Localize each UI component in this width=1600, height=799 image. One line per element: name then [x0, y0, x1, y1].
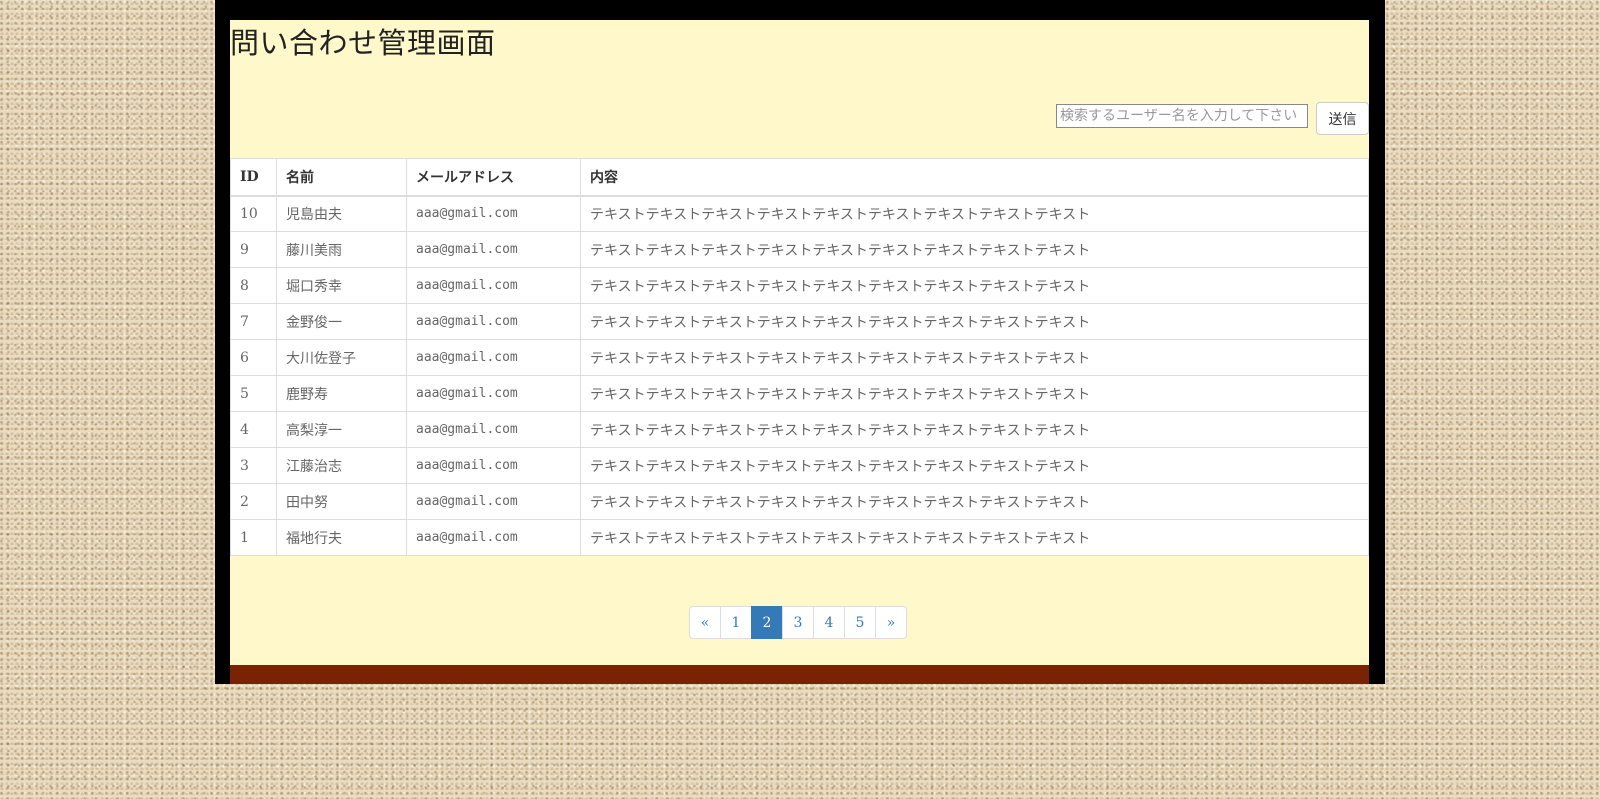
pagination-page-4[interactable]: 4 [813, 606, 845, 639]
header-content: 内容 [580, 158, 1369, 197]
header-id: ID [230, 158, 277, 197]
table-row: 3 江藤治志 aaa@gmail.com テキストテキストテキストテキストテキストテキ… [230, 447, 1369, 484]
pagination-page-3[interactable]: 3 [782, 606, 814, 639]
table-row: 1 福地行夫 aaa@gmail.com テキストテキストテキストテキストテキストテキ… [230, 519, 1369, 556]
cell-email: aaa@gmail.com [406, 231, 581, 268]
cell-email: aaa@gmail.com [406, 303, 581, 340]
cell-id: 6 [230, 339, 277, 376]
cell-id: 9 [230, 231, 277, 268]
pagination-prev[interactable]: « [689, 606, 721, 639]
table-row: 5 鹿野寿 aaa@gmail.com テキストテキストテキストテキストテキストテキス… [230, 375, 1369, 412]
cell-email: aaa@gmail.com [406, 267, 581, 304]
cell-id: 2 [230, 483, 277, 520]
cell-content: テキストテキストテキストテキストテキストテキストテキストテキストテキスト [580, 267, 1369, 304]
pagination-page-5[interactable]: 5 [844, 606, 876, 639]
cell-name: 金野俊一 [276, 303, 407, 340]
cell-id: 7 [230, 303, 277, 340]
submit-button[interactable]: 送信 [1316, 102, 1369, 135]
cell-email: aaa@gmail.com [406, 483, 581, 520]
footer-bar [230, 665, 1369, 684]
table-row: 10 児島由夫 aaa@gmail.com テキストテキストテキストテキストテキストテ… [230, 195, 1369, 232]
cell-email: aaa@gmail.com [406, 339, 581, 376]
page-title: 問い合わせ管理画面 [230, 26, 496, 60]
cell-name: 田中努 [276, 483, 407, 520]
cell-email: aaa@gmail.com [406, 411, 581, 448]
table-row: 8 堀口秀幸 aaa@gmail.com テキストテキストテキストテキストテキストテキ… [230, 267, 1369, 304]
cell-name: 高梨淳一 [276, 411, 407, 448]
pagination-next[interactable]: » [875, 606, 907, 639]
pagination: « 12345 » [689, 606, 907, 639]
cell-id: 3 [230, 447, 277, 484]
cell-name: 江藤治志 [276, 447, 407, 484]
search-input[interactable] [1056, 104, 1308, 128]
cell-name: 堀口秀幸 [276, 267, 407, 304]
cell-name: 福地行夫 [276, 519, 407, 556]
cell-email: aaa@gmail.com [406, 195, 581, 232]
pagination-pages: 12345 [720, 606, 876, 639]
table-row: 2 田中努 aaa@gmail.com テキストテキストテキストテキストテキストテキス… [230, 483, 1369, 520]
cell-id: 1 [230, 519, 277, 556]
header-email: メールアドレス [406, 158, 581, 197]
table-row: 4 高梨淳一 aaa@gmail.com テキストテキストテキストテキストテキストテキ… [230, 411, 1369, 448]
cell-content: テキストテキストテキストテキストテキストテキストテキストテキストテキスト [580, 447, 1369, 484]
cell-content: テキストテキストテキストテキストテキストテキストテキストテキストテキスト [580, 339, 1369, 376]
cell-content: テキストテキストテキストテキストテキストテキストテキストテキストテキスト [580, 375, 1369, 412]
pagination-page-2[interactable]: 2 [751, 606, 783, 639]
cell-email: aaa@gmail.com [406, 447, 581, 484]
cell-name: 大川佐登子 [276, 339, 407, 376]
cell-name: 児島由夫 [276, 195, 407, 232]
table-header-row: ID 名前 メールアドレス 内容 [230, 158, 1369, 197]
cell-email: aaa@gmail.com [406, 519, 581, 556]
main-panel: 問い合わせ管理画面 送信 ID 名前 メールアドレス 内容 10児島由夫aaa@… [230, 20, 1369, 684]
cell-content: テキストテキストテキストテキストテキストテキストテキストテキストテキスト [580, 411, 1369, 448]
cell-content: テキストテキストテキストテキストテキストテキストテキストテキストテキスト [580, 195, 1369, 232]
cell-name: 鹿野寿 [276, 375, 407, 412]
header-name: 名前 [276, 158, 407, 197]
cell-id: 5 [230, 375, 277, 412]
cell-id: 4 [230, 411, 277, 448]
cell-content: テキストテキストテキストテキストテキストテキストテキストテキストテキスト [580, 231, 1369, 268]
cell-email: aaa@gmail.com [406, 375, 581, 412]
cell-content: テキストテキストテキストテキストテキストテキストテキストテキストテキスト [580, 519, 1369, 556]
pagination-page-1[interactable]: 1 [720, 606, 752, 639]
table-row: 9 藤川美雨 aaa@gmail.com テキストテキストテキストテキストテキストテキ… [230, 231, 1369, 268]
table-row: 7 金野俊一 aaa@gmail.com テキストテキストテキストテキストテキストテキ… [230, 303, 1369, 340]
cell-id: 8 [230, 267, 277, 304]
inquiry-table: ID 名前 メールアドレス 内容 10 児島由夫 aaa@gmail.com テキスト… [230, 158, 1369, 556]
cell-id: 10 [230, 195, 277, 232]
cell-name: 藤川美雨 [276, 231, 407, 268]
cell-content: テキストテキストテキストテキストテキストテキストテキストテキストテキスト [580, 303, 1369, 340]
table-body: 10 児島由夫 aaa@gmail.com テキストテキストテキストテキストテキストテ… [230, 195, 1369, 556]
table-row: 6 大川佐登子 aaa@gmail.com テキストテキストテキストテキストテキストテ… [230, 339, 1369, 376]
cell-content: テキストテキストテキストテキストテキストテキストテキストテキストテキスト [580, 483, 1369, 520]
